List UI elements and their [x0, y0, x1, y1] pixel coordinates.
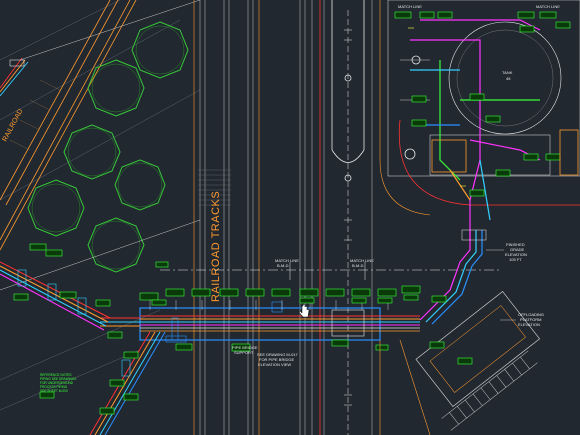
bridge-support-note: PIPE BRIDGE SUPPORT [232, 345, 258, 355]
note-line-5: SEE SHEET M-000 [40, 389, 68, 393]
pipe-riser-east [419, 230, 483, 325]
pipe-rack-southwest [0, 261, 166, 435]
match-line-ref-a: B-M-D [277, 263, 289, 268]
facility-northeast [387, 0, 580, 177]
platform-line3: ELEVATION [518, 322, 540, 327]
facility-road-edge [379, 0, 431, 216]
see-dwg-line3: ELEVATION VIEW [258, 362, 291, 367]
tank-1 [131, 21, 189, 79]
tank-farm-west [27, 21, 189, 273]
top-match-line-b: MATCH LINE [536, 4, 560, 9]
facility-piping [410, 19, 541, 240]
offloading-ladder [441, 350, 538, 431]
cad-drawing-viewport[interactable]: RAILROAD RAILROAD TRACKS MATCH LINE B-M-… [0, 0, 580, 435]
railroad-left-diagonal [0, 0, 137, 251]
tank-label: TANK [502, 70, 513, 75]
bridge-lower-tags [175, 339, 389, 352]
offloading-note: OFFLOADING PLATFORM ELEVATION [500, 312, 544, 327]
tank-5 [27, 179, 85, 237]
background-linework [0, 0, 201, 411]
tank-inner-rings [31, 25, 185, 270]
hand-cursor-icon [298, 303, 310, 318]
rail-car [323, 0, 373, 435]
see-drawing-note: SEE DRAWING M-017 FOR PIPE BRIDGE ELEVAT… [257, 352, 299, 367]
pipe-rack-west [0, 57, 29, 97]
bridge-note-line2: SUPPORT [234, 350, 254, 355]
pipe-supports-sw [17, 269, 131, 377]
match-line-labels: MATCH LINE B-M-D MATCH LINE B-M-D [275, 258, 374, 280]
tank-number: 45 [506, 76, 511, 81]
match-line-ref-b: B-M-D [352, 263, 364, 268]
cad-canvas[interactable]: RAILROAD RAILROAD TRACKS MATCH LINE B-M-… [0, 0, 580, 435]
tank-4 [114, 159, 166, 211]
offloading-platform [415, 291, 541, 408]
tank-6 [87, 217, 145, 273]
tank-3 [63, 124, 121, 180]
rail-spur-east [299, 0, 313, 435]
facility-boundary-red [398, 119, 580, 206]
top-match-line-labels: MATCH LINE MATCH LINE [398, 4, 560, 9]
railroad-tracks-label: RAILROAD TRACKS [210, 191, 222, 302]
railroad-left-label: RAILROAD [2, 108, 25, 143]
tank-45-label: TANK 45 [502, 70, 513, 81]
tank-2 [87, 59, 145, 117]
finished-grade-note: FINISHED GRADE ELEVATION 105 FT [486, 242, 527, 262]
railroad-orange-edges [193, 0, 260, 435]
pipe-rack-southwest-tags [13, 243, 169, 415]
railroad-tracks-central [199, 0, 254, 435]
reference-notes: REFERENCE NOTES PIPING SEE DRAWINGS FOR … [40, 373, 76, 393]
top-match-line-a: MATCH LINE [398, 4, 422, 9]
platform-tags [429, 295, 473, 365]
elevation-line4: 105 FT [509, 257, 522, 262]
